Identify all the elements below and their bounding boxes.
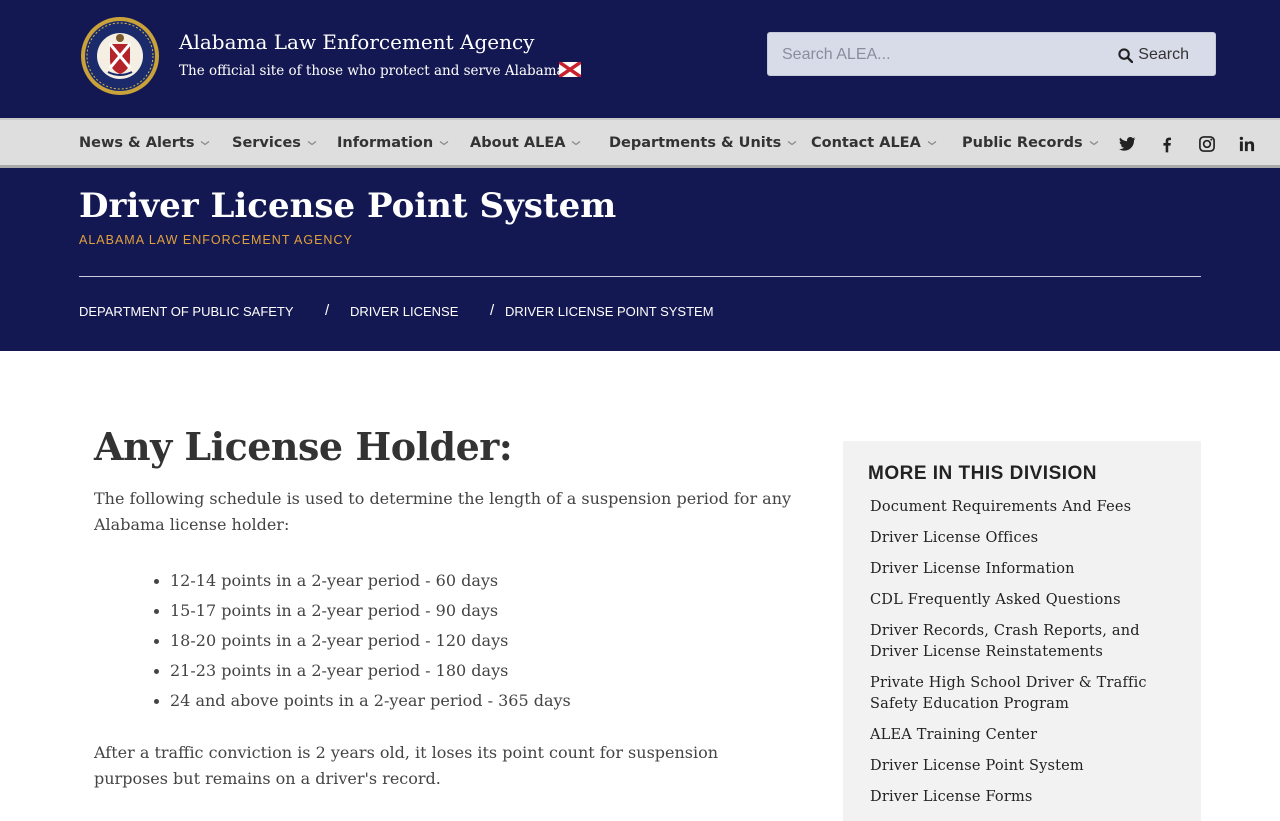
search-icon [1118, 47, 1134, 63]
list-item: 21-23 points in a 2-year period - 180 da… [154, 656, 571, 686]
instagram-icon[interactable] [1197, 134, 1217, 154]
page-hero: Driver License Point System ALABAMA LAW … [0, 168, 1280, 351]
linkedin-icon[interactable] [1237, 134, 1257, 154]
section-heading: Any License Holder: [94, 424, 513, 469]
sidebar-link-driver-license-information[interactable]: Driver License Information [870, 559, 1180, 580]
facebook-icon[interactable] [1157, 134, 1177, 154]
nav-label: News & Alerts [79, 135, 195, 151]
sidebar-link-point-system[interactable]: Driver License Point System [870, 756, 1180, 777]
nav-item-contact-alea[interactable]: Contact ALEA [811, 132, 937, 154]
nav-label: Information [337, 135, 434, 151]
chevron-down-icon [201, 141, 210, 146]
list-item: 18-20 points in a 2-year period - 120 da… [154, 626, 571, 656]
site-header: Alabama Law Enforcement Agency The offic… [0, 0, 1280, 118]
twitter-icon[interactable] [1117, 134, 1137, 154]
chevron-down-icon [927, 141, 937, 146]
division-sidebar: MORE IN THIS DIVISION Document Requireme… [843, 441, 1201, 821]
sidebar-link-private-high-school-driver-ed[interactable]: Private High School Driver & Traffic Saf… [870, 673, 1180, 715]
nav-label: About ALEA [470, 135, 566, 151]
closing-paragraph: After a traffic conviction is 2 years ol… [94, 743, 719, 788]
sidebar-link-cdl-faq[interactable]: CDL Frequently Asked Questions [870, 590, 1180, 611]
main-nav: News & Alerts Services Information About… [0, 118, 1280, 168]
chevron-down-icon [439, 141, 449, 146]
breadcrumb-separator: / [325, 302, 330, 319]
search-button-label: Search [1138, 46, 1189, 63]
list-item: 15-17 points in a 2-year period - 90 day… [154, 596, 571, 626]
search-input[interactable] [782, 44, 1082, 66]
nav-label: Public Records [962, 135, 1083, 151]
chevron-down-icon [307, 141, 317, 146]
nav-label: Departments & Units [609, 135, 782, 151]
nav-item-public-records[interactable]: Public Records [962, 132, 1099, 154]
intro-paragraph: The following schedule is used to determ… [94, 489, 792, 534]
site-tagline: The official site of those who protect a… [179, 63, 565, 79]
page-subtitle: ALABAMA LAW ENFORCEMENT AGENCY [79, 233, 353, 247]
sidebar-link-driver-license-offices[interactable]: Driver License Offices [870, 528, 1180, 549]
list-item: 24 and above points in a 2-year period -… [154, 686, 571, 716]
search-box: Search [767, 32, 1216, 76]
breadcrumb-separator: / [490, 302, 495, 319]
nav-item-services[interactable]: Services [232, 132, 317, 154]
sidebar-link-alea-training-center[interactable]: ALEA Training Center [870, 725, 1180, 746]
alabama-flag-icon [559, 62, 581, 77]
nav-item-departments-units[interactable]: Departments & Units [609, 132, 797, 154]
chevron-down-icon [572, 141, 581, 146]
sidebar-link-driver-license-forms[interactable]: Driver License Forms [870, 787, 1180, 808]
sidebar-link-driver-records[interactable]: Driver Records, Crash Reports, and Drive… [870, 621, 1180, 663]
alea-seal-icon[interactable] [80, 16, 160, 96]
nav-label: Contact ALEA [811, 135, 921, 151]
nav-label: Services [232, 135, 301, 151]
sidebar-title: MORE IN THIS DIVISION [868, 463, 1098, 484]
divider [79, 276, 1201, 277]
nav-item-news-alerts[interactable]: News & Alerts [79, 132, 210, 154]
page-title: Driver License Point System [79, 186, 617, 226]
breadcrumb-current: DRIVER LICENSE POINT SYSTEM [505, 304, 714, 319]
breadcrumb-driver-license[interactable]: DRIVER LICENSE [350, 304, 458, 319]
breadcrumb-department-of-public-safety[interactable]: DEPARTMENT OF PUBLIC SAFETY [79, 304, 294, 319]
suspension-schedule-list: 12-14 points in a 2-year period - 60 day… [154, 566, 571, 716]
search-button[interactable]: Search [1118, 44, 1189, 66]
site-title[interactable]: Alabama Law Enforcement Agency [179, 30, 534, 54]
chevron-down-icon [1089, 141, 1099, 146]
nav-item-information[interactable]: Information [337, 132, 449, 154]
sidebar-link-document-requirements[interactable]: Document Requirements And Fees [870, 497, 1180, 518]
list-item: 12-14 points in a 2-year period - 60 day… [154, 566, 571, 596]
nav-item-about-alea[interactable]: About ALEA [470, 132, 581, 154]
chevron-down-icon [787, 141, 797, 146]
